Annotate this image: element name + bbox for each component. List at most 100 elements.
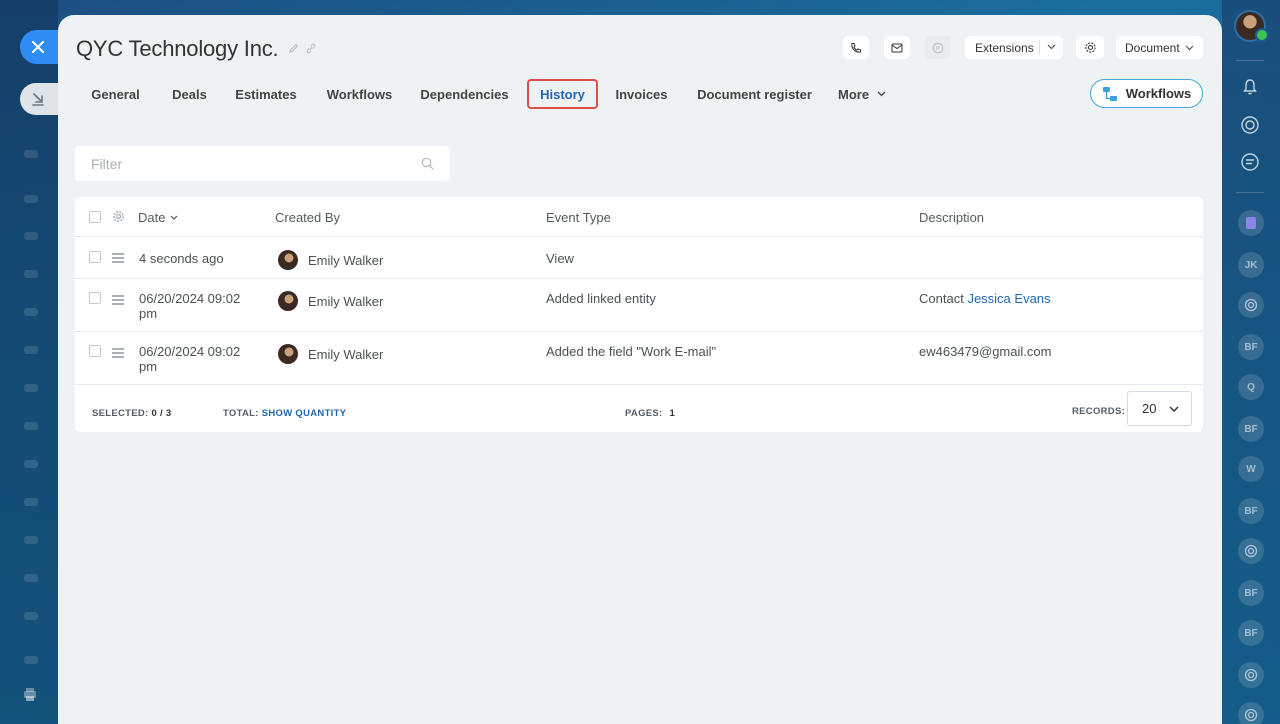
settings-button[interactable]	[1076, 36, 1104, 59]
workflows-button-label: Workflows	[1125, 86, 1192, 101]
created-by-name[interactable]: Emily Walker	[308, 253, 383, 268]
copilot-icon	[1244, 298, 1258, 312]
history-date: 4 seconds ago	[139, 251, 224, 266]
chevron-down-icon	[1185, 45, 1194, 51]
tab-history[interactable]: History	[527, 79, 598, 109]
tab-workflows[interactable]: Workflows	[323, 79, 396, 109]
grid-footer: SELECTED: 0 / 3 TOTAL: SHOW QUANTITY PAG…	[75, 385, 1203, 432]
show-quantity-link[interactable]: SHOW QUANTITY	[262, 408, 347, 419]
table-row[interactable]: 06/20/2024 09:02 pm Emily Walker Added t…	[75, 332, 1203, 385]
description-text: Contact	[919, 291, 964, 306]
column-header-date[interactable]: Date	[138, 210, 178, 225]
rail-copilot-item[interactable]	[1238, 662, 1264, 688]
online-status-icon	[1255, 28, 1269, 42]
filter-input[interactable]	[75, 146, 395, 181]
search-icon[interactable]	[421, 157, 434, 170]
column-header-description[interactable]: Description	[919, 210, 984, 225]
selected-value: 0 / 3	[151, 408, 172, 419]
history-grid: Date Created By Event Type Description 4…	[75, 197, 1203, 432]
email-button[interactable]	[884, 36, 910, 59]
copilot-icon	[1244, 708, 1258, 722]
rail-avatar-item[interactable]: BF	[1238, 580, 1264, 606]
rail-avatar-item[interactable]: BF	[1238, 334, 1264, 360]
ghost-icon	[24, 422, 38, 430]
rail-avatar-item[interactable]: BF	[1238, 416, 1264, 442]
column-header-event-type[interactable]: Event Type	[546, 210, 611, 225]
rail-item-notes[interactable]	[1238, 210, 1264, 236]
event-type: Added the field "Work E-mail"	[546, 344, 717, 359]
history-date-suffix: pm	[139, 306, 158, 321]
records-per-page-select[interactable]: 20	[1127, 391, 1192, 426]
rail-avatar-item[interactable]: Q	[1238, 374, 1264, 400]
tab-estimates[interactable]: Estimates	[231, 79, 301, 109]
extensions-dropdown[interactable]: Extensions	[965, 36, 1063, 59]
phone-icon	[851, 42, 861, 53]
ghost-icon	[24, 612, 38, 620]
ghost-icon	[24, 308, 38, 316]
selected-count: SELECTED: 0 / 3	[92, 408, 172, 419]
pencil-icon[interactable]	[288, 43, 299, 54]
copilot-icon	[1244, 668, 1258, 682]
tab-more-label: More	[838, 86, 870, 102]
gear-icon	[1084, 42, 1096, 53]
grid-header: Date Created By Event Type Description	[75, 197, 1203, 237]
envelope-icon	[891, 43, 903, 52]
tab-deals[interactable]: Deals	[168, 79, 211, 109]
row-checkbox[interactable]	[89, 292, 101, 304]
rail-copilot-item[interactable]	[1238, 702, 1264, 724]
company-detail-panel: QYC Technology Inc. Extensions Document …	[58, 15, 1222, 724]
avatar	[278, 344, 298, 364]
ghost-icon	[24, 498, 38, 506]
select-all-checkbox[interactable]	[89, 211, 101, 223]
row-checkbox[interactable]	[89, 251, 101, 263]
ghost-icon	[24, 460, 38, 468]
tab-document-register[interactable]: Document register	[692, 79, 817, 109]
ghost-icon	[24, 195, 38, 203]
rail-avatar-item[interactable]: JK	[1238, 252, 1264, 278]
divider	[1039, 40, 1040, 55]
notebook-icon	[1246, 217, 1256, 229]
chevron-down-icon	[877, 91, 886, 97]
contact-link[interactable]: Jessica Evans	[967, 291, 1050, 306]
rail-avatar-item[interactable]: W	[1238, 456, 1264, 482]
copilot-icon[interactable]	[1239, 114, 1261, 136]
tab-dependencies[interactable]: Dependencies	[417, 79, 512, 109]
row-menu-icon[interactable]	[112, 253, 124, 265]
link-icon[interactable]	[305, 43, 317, 54]
tab-general[interactable]: General	[76, 79, 155, 109]
row-menu-icon[interactable]	[112, 348, 124, 360]
row-menu-icon[interactable]	[112, 295, 124, 307]
filter-box	[75, 146, 450, 181]
chat-button[interactable]	[925, 36, 951, 59]
ghost-icon	[24, 536, 38, 544]
history-date: 06/20/2024 09:02	[139, 291, 241, 306]
tab-more[interactable]: More	[838, 79, 890, 109]
created-by-name[interactable]: Emily Walker	[308, 294, 383, 309]
column-header-created-by[interactable]: Created By	[275, 210, 340, 225]
total-label: TOTAL:	[223, 408, 259, 419]
tab-invoices[interactable]: Invoices	[610, 79, 673, 109]
selected-label: SELECTED:	[92, 408, 149, 419]
total-count: TOTAL: SHOW QUANTITY	[223, 408, 346, 419]
pages-value[interactable]: 1	[669, 408, 675, 419]
row-checkbox[interactable]	[89, 345, 101, 357]
printer-icon[interactable]	[22, 686, 38, 702]
divider	[1236, 192, 1264, 193]
chat-icon	[932, 42, 944, 53]
table-row[interactable]: 06/20/2024 09:02 pm Emily Walker Added l…	[75, 279, 1203, 332]
call-button[interactable]	[843, 36, 869, 59]
created-by-name[interactable]: Emily Walker	[308, 347, 383, 362]
rail-copilot-item[interactable]	[1238, 292, 1264, 318]
avatar	[278, 291, 298, 311]
user-avatar[interactable]	[1234, 10, 1269, 42]
chat-icon[interactable]	[1239, 151, 1261, 173]
workflows-button[interactable]: Workflows	[1090, 79, 1203, 108]
rail-copilot-item[interactable]	[1238, 538, 1264, 564]
bell-icon[interactable]	[1239, 76, 1261, 98]
document-dropdown[interactable]: Document	[1116, 36, 1203, 59]
extensions-label: Extensions	[975, 40, 1034, 55]
gear-icon[interactable]	[112, 210, 125, 223]
rail-avatar-item[interactable]: BF	[1238, 498, 1264, 524]
rail-avatar-item[interactable]: BF	[1238, 620, 1264, 646]
table-row[interactable]: 4 seconds ago Emily Walker View	[75, 237, 1203, 279]
